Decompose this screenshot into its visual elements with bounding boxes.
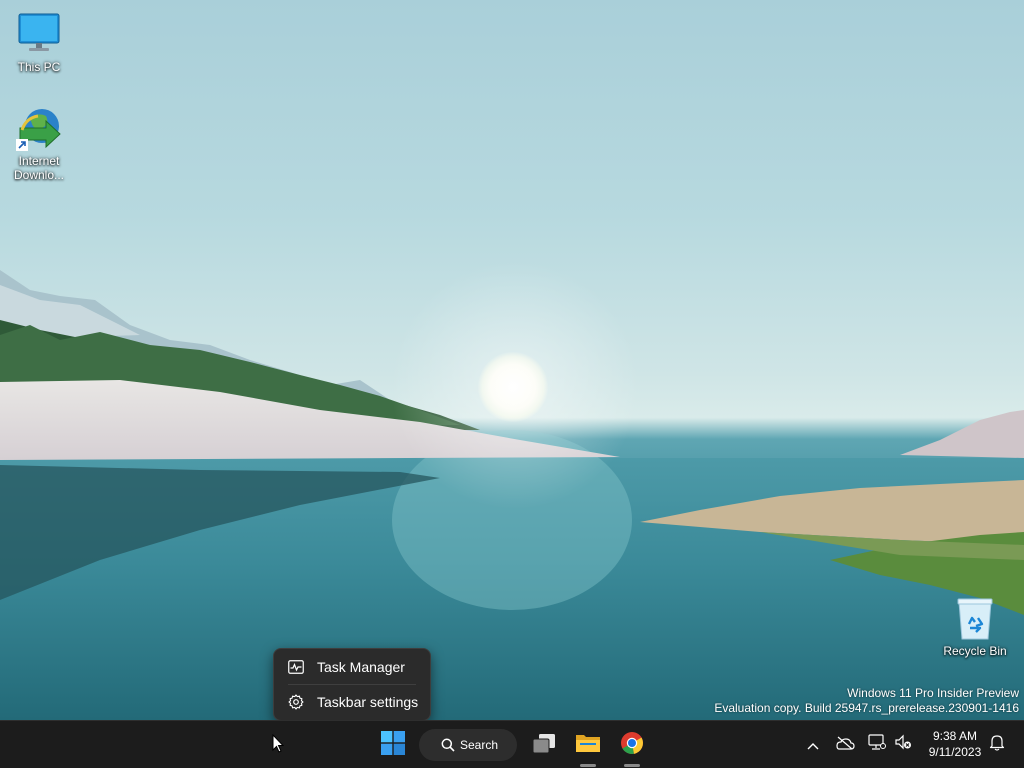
windows-evaluation-watermark: Windows 11 Pro Insider Preview Evaluatio… bbox=[714, 686, 1019, 716]
idm-globe-icon bbox=[16, 106, 62, 152]
task-view-button[interactable] bbox=[522, 725, 566, 765]
desktop-icon-label: This PC bbox=[17, 60, 61, 74]
network-tray-button[interactable] bbox=[866, 733, 888, 755]
gear-icon bbox=[287, 693, 305, 711]
watermark-line-1: Windows 11 Pro Insider Preview bbox=[847, 686, 1019, 700]
clock-date: 9/11/2023 bbox=[928, 745, 982, 759]
file-explorer-button[interactable] bbox=[566, 725, 610, 765]
running-indicator-file-explorer bbox=[580, 764, 596, 767]
desktop-icon-internet-download-manager[interactable]: Internet Downlo... bbox=[1, 106, 77, 182]
chrome-icon bbox=[620, 731, 644, 759]
show-hidden-icons-button[interactable] bbox=[802, 733, 824, 755]
mouse-cursor bbox=[272, 733, 285, 757]
start-button[interactable] bbox=[372, 725, 414, 765]
volume-tray-button[interactable] bbox=[892, 733, 914, 755]
menu-item-taskbar-settings[interactable]: Taskbar settings bbox=[278, 686, 426, 718]
search-label: Search bbox=[460, 738, 499, 752]
desktop-icon-label: Recycle Bin bbox=[943, 644, 1007, 658]
notifications-button[interactable] bbox=[986, 733, 1008, 755]
start-icon bbox=[381, 731, 405, 759]
taskbar-search-button[interactable]: Search bbox=[419, 729, 517, 761]
onedrive-icon bbox=[835, 735, 855, 754]
desktop-icon-label: Internet Downlo... bbox=[13, 154, 65, 182]
sun bbox=[478, 352, 548, 422]
search-icon bbox=[441, 738, 455, 752]
onedrive-tray-button[interactable] bbox=[834, 733, 856, 755]
menu-item-label: Task Manager bbox=[317, 659, 405, 675]
running-indicator-chrome bbox=[624, 764, 640, 767]
task-view-icon bbox=[531, 732, 557, 758]
file-explorer-icon bbox=[575, 732, 601, 758]
menu-item-task-manager[interactable]: Task Manager bbox=[278, 651, 426, 683]
recycle-bin-icon bbox=[952, 596, 998, 642]
monitor-icon bbox=[16, 12, 62, 58]
chevron-up-icon bbox=[807, 735, 819, 754]
watermark-line-2: Evaluation copy. Build 25947.rs_prerelea… bbox=[714, 701, 1019, 715]
chrome-button[interactable] bbox=[610, 725, 654, 765]
volume-muted-icon bbox=[894, 734, 912, 754]
task-manager-icon bbox=[287, 658, 305, 676]
bell-icon bbox=[989, 734, 1005, 755]
clock-button[interactable]: 9:38 AM 9/11/2023 bbox=[920, 728, 990, 760]
taskbar[interactable]: Search 9:38 AM 9/11/2023 bbox=[0, 720, 1024, 768]
desktop-background[interactable]: This PC Internet Downlo... Recycle Bin W… bbox=[0, 0, 1024, 720]
menu-divider bbox=[288, 684, 416, 685]
clock-time: 9:38 AM bbox=[932, 729, 978, 743]
desktop-icon-recycle-bin[interactable]: Recycle Bin bbox=[937, 596, 1013, 658]
taskbar-context-menu: Task Manager Taskbar settings bbox=[273, 648, 431, 721]
network-icon bbox=[868, 734, 886, 754]
desktop-icon-this-pc[interactable]: This PC bbox=[1, 12, 77, 74]
menu-item-label: Taskbar settings bbox=[317, 694, 419, 710]
